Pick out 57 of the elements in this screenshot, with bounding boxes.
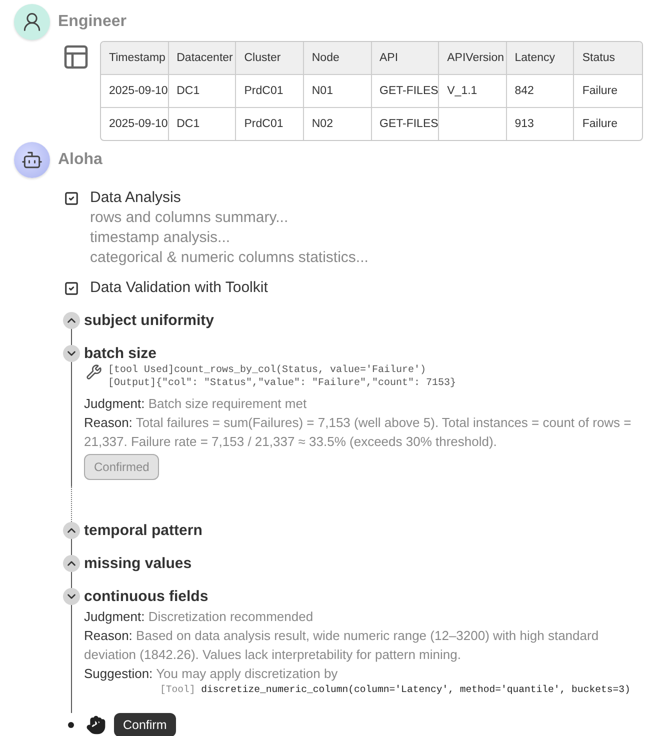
task-detail: rows and columns summary... bbox=[90, 208, 290, 228]
table-cell: DC1 bbox=[168, 108, 236, 140]
column-header: API bbox=[372, 42, 440, 75]
step-title: temporal pattern bbox=[84, 522, 204, 539]
table-cell: GET-FILES bbox=[372, 108, 440, 140]
task-detail: timestamp analysis... bbox=[90, 228, 232, 248]
tool-log-line: [Output]{"col": "Status","value": "Failure","count": 7153} bbox=[108, 377, 456, 390]
step-title: missing values bbox=[84, 555, 193, 572]
table-cell: 842 bbox=[506, 75, 574, 108]
note-text: Reason: Based on data analysis result, wide numeric range (12–3200) with high standard deviation (1842.26). Values lack interpretability for pattern mining. bbox=[84, 627, 600, 664]
task-title: Data Validation with Toolkit bbox=[90, 278, 269, 298]
bot-avatar bbox=[14, 142, 50, 178]
table-cell: 2025-09-10 bbox=[101, 75, 169, 108]
table-cell: DC1 bbox=[168, 75, 236, 108]
confirm-button[interactable]: Confirm bbox=[114, 713, 176, 736]
expand-toggle[interactable] bbox=[62, 555, 80, 572]
table-cell: N02 bbox=[304, 108, 372, 140]
column-header: Node bbox=[304, 42, 372, 75]
table-cell: GET-FILES bbox=[372, 75, 440, 108]
table-cell: PrdC01 bbox=[236, 108, 304, 140]
hand-icon bbox=[86, 715, 106, 735]
wrench-icon bbox=[86, 364, 102, 380]
checkbox[interactable] bbox=[64, 281, 79, 296]
collapse-toggle[interactable] bbox=[62, 345, 80, 362]
timeline-end-dot bbox=[68, 722, 74, 728]
column-header: APIVersion bbox=[439, 42, 507, 75]
table-icon bbox=[62, 43, 90, 71]
table-cell: 913 bbox=[506, 108, 574, 140]
table-cell: Failure bbox=[574, 75, 642, 108]
task-title: Data Analysis bbox=[90, 188, 182, 208]
table-cell: PrdC01 bbox=[236, 75, 304, 108]
tool-log-line: [tool Used]count_rows_by_col(Status, value='Failure') bbox=[108, 364, 428, 377]
table-cell: N01 bbox=[304, 75, 372, 108]
expand-toggle[interactable] bbox=[62, 522, 80, 539]
checkbox[interactable] bbox=[64, 191, 79, 206]
column-header: Timestamp bbox=[101, 42, 169, 75]
note-text: Judgment: Batch size requirement met bbox=[84, 395, 308, 413]
column-header: Cluster bbox=[236, 42, 304, 75]
step-title: continuous fields bbox=[84, 588, 210, 605]
column-header: Status bbox=[574, 42, 642, 75]
table-cell: V_1.1 bbox=[439, 75, 507, 108]
sender-name: Aloha bbox=[58, 151, 102, 169]
step-title: subject uniformity bbox=[84, 312, 216, 329]
collapse-toggle[interactable] bbox=[62, 588, 80, 605]
task-detail: categorical & numeric columns statistics... bbox=[90, 248, 370, 268]
note-text: Judgment: Discretization recommended bbox=[84, 608, 314, 626]
step-title: batch size bbox=[84, 345, 158, 362]
table-cell-text: Failure bbox=[581, 117, 619, 132]
note-text: Suggestion: You may apply discretization by bbox=[84, 665, 339, 683]
sender-name: Engineer bbox=[58, 13, 126, 31]
column-header: Latency bbox=[506, 42, 574, 75]
expand-toggle[interactable] bbox=[62, 312, 80, 329]
user-avatar bbox=[14, 4, 50, 40]
table-cell: 2025-09-10 bbox=[101, 108, 169, 140]
tool-call-text: [Tool] discretize_numeric_column(column='Latency', method='quantile', buckets=3) bbox=[160, 683, 632, 697]
note-text: Reason: Total failures = sum(Failures) = 7,153 (well above 5). Total instances = count of rows = 21,337. Failure rate = 7,153 / 21,337 ≈ 33.5% (exceeds 30% threshold). bbox=[84, 414, 632, 451]
column-header: Datacenter bbox=[168, 42, 236, 75]
